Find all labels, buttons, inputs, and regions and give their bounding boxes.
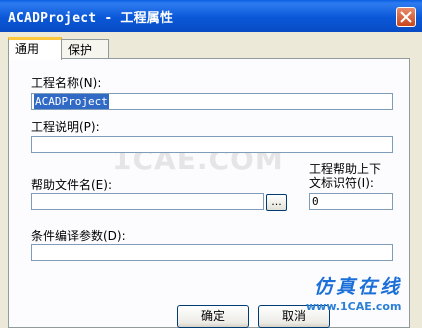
tab-protection[interactable]: 保护 xyxy=(61,39,109,59)
project-name-label: 工程名称(N): xyxy=(31,76,102,90)
corner-watermark: 仿真在线 www.1CAE.com xyxy=(300,272,422,318)
watermark-url: www.1CAE.com xyxy=(306,300,402,313)
window-title: ACADProject - 工程属性 xyxy=(8,11,174,26)
close-button[interactable] xyxy=(396,7,416,27)
help-file-input[interactable] xyxy=(31,193,264,210)
browse-button[interactable]: ... xyxy=(266,194,287,211)
conditional-args-input[interactable] xyxy=(31,244,393,261)
project-properties-dialog: ACADProject - 工程属性 通用 保护 1CAE.COM 工程名称(N… xyxy=(0,0,422,328)
ok-button[interactable]: 确定 xyxy=(177,305,249,328)
project-description-label: 工程说明(P): xyxy=(31,120,100,134)
help-context-id-value: 0 xyxy=(312,195,319,208)
conditional-args-label: 条件编译参数(D): xyxy=(31,229,126,243)
project-description-input[interactable] xyxy=(31,136,393,153)
help-file-label: 帮助文件名(E): xyxy=(31,178,112,192)
title-bar[interactable]: ACADProject - 工程属性 xyxy=(0,0,422,32)
help-context-id-input[interactable]: 0 xyxy=(309,193,393,210)
project-name-input[interactable]: ACADProject xyxy=(31,93,393,110)
help-context-label-line2: 文标识符(I): xyxy=(309,176,374,190)
project-name-value: ACADProject xyxy=(34,94,109,109)
tab-protection-label: 保护 xyxy=(68,43,93,57)
watermark-title: 仿真在线 xyxy=(314,276,403,298)
tab-general-label: 通用 xyxy=(15,42,40,56)
close-icon xyxy=(400,11,412,23)
tab-general[interactable]: 通用 xyxy=(8,37,62,60)
